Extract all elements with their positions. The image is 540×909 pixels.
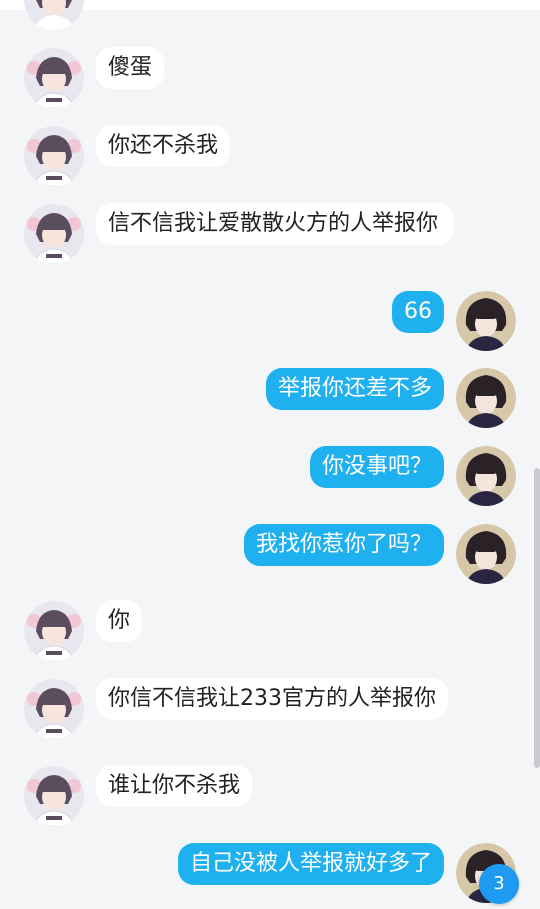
- incoming-message-bubble[interactable]: 信不信我让爱散散火方的人举报你: [96, 203, 454, 245]
- contact-avatar[interactable]: [24, 204, 84, 264]
- outgoing-message-bubble[interactable]: 举报你还差不多: [265, 368, 444, 410]
- outgoing-message-bubble[interactable]: 自己没被人举报就好多了: [177, 843, 444, 885]
- incoming-message-bubble[interactable]: 你还不杀我: [96, 125, 231, 167]
- outgoing-message-bubble[interactable]: 我找你惹你了吗？: [243, 524, 444, 566]
- contact-avatar[interactable]: [24, 126, 84, 186]
- incoming-message-bubble[interactable]: 你: [96, 600, 143, 642]
- scrollbar[interactable]: [534, 468, 540, 768]
- contact-avatar[interactable]: [24, 601, 84, 661]
- incoming-message-bubble[interactable]: 傻蛋: [96, 47, 165, 89]
- outgoing-message-bubble[interactable]: 66: [392, 291, 444, 333]
- incoming-message-bubble[interactable]: 你信不信我让233官方的人举报你: [96, 678, 448, 720]
- my-avatar[interactable]: [456, 291, 516, 351]
- incoming-message-bubble[interactable]: 谁让你不杀我: [96, 765, 253, 807]
- my-avatar[interactable]: [456, 446, 516, 506]
- my-avatar[interactable]: [456, 524, 516, 584]
- outgoing-message-bubble[interactable]: 你没事吧？: [309, 446, 444, 488]
- unread-count-badge[interactable]: 3: [479, 864, 519, 904]
- contact-avatar[interactable]: [24, 48, 84, 108]
- chat-view: 傻蛋 你还不杀我 信不信我让爱散散火方的人举报你 66 举报你还差不多 你没事吧…: [0, 0, 540, 909]
- contact-avatar[interactable]: [24, 679, 84, 739]
- contact-avatar[interactable]: [24, 766, 84, 826]
- my-avatar[interactable]: [456, 368, 516, 428]
- contact-avatar[interactable]: [24, 0, 84, 30]
